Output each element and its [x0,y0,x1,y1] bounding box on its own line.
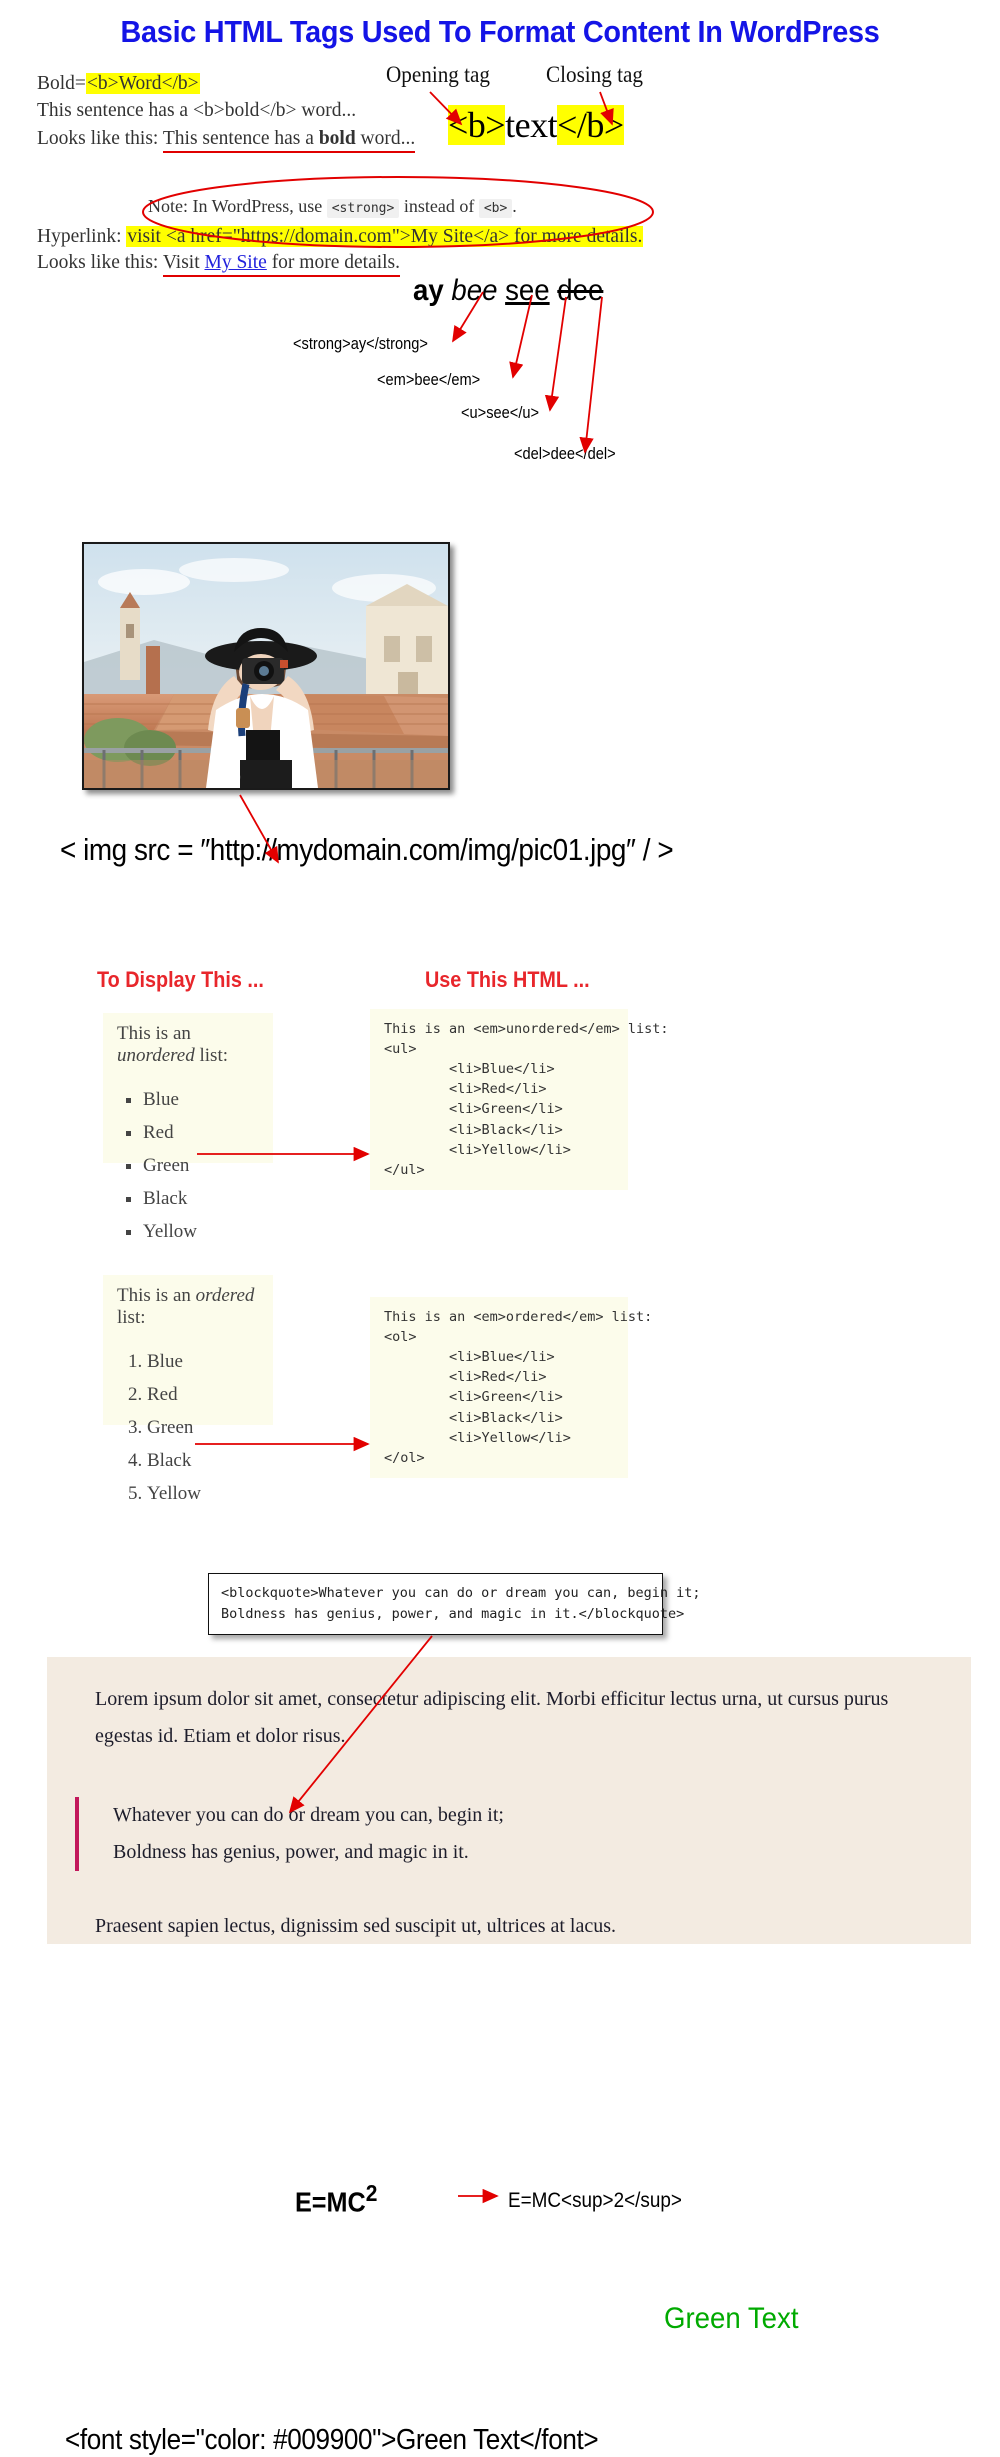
uo-intro-a: This is an [117,1023,191,1044]
superscript-code: E=MC<sup>2</sup> [508,2189,682,2212]
example-photo [82,542,450,790]
closing-tag-label: Closing tag [546,62,643,87]
o-intro-b: list: [117,1307,146,1328]
list-item: Blue [147,1351,259,1373]
inline-tags-rendered: ay bee see dee [413,274,603,308]
open-tag-highlight: <b> [448,105,506,145]
quote-line-1: Whatever you can do or dream you can, be… [113,1804,504,1826]
rendered-blockquote: Whatever you can do or dream you can, be… [75,1797,915,1871]
page-title: Basic HTML Tags Used To Format Content I… [120,14,880,49]
rendered-u-word: see [505,274,550,307]
quote-line-2: Boldness has genius, power, and magic in… [113,1841,469,1863]
superscript-rendered: E=MC2 [295,2180,377,2218]
ordered-list-demo: This is an ordered list: Blue Red Green … [103,1275,273,1504]
emc-exponent: 2 [365,2180,378,2206]
note-prefix: Note: In WordPress, use [148,196,327,216]
uo-intro-b: list: [194,1045,229,1066]
note-code-strong: <strong> [326,199,400,218]
wordpress-note: Note: In WordPress, use <strong> instead… [148,196,517,218]
use-this-html-header: Use This HTML ... [425,967,590,992]
unordered-intro: This is an unordered list: [117,1023,259,1067]
list-item: Black [147,1450,259,1472]
unordered-list: Blue Red Green Black Yellow [117,1089,259,1243]
bold-line3-a: This sentence has a [162,128,319,149]
green-text-rendered: Green Text [664,2302,799,2335]
bold-line3-result: This sentence has a bold word... [162,128,416,153]
photo-illustration [84,544,448,788]
hyperlink-result-line: Looks like this: Visit My Site for more … [37,252,401,277]
my-site-link[interactable]: My Site [205,252,267,273]
note-middle: instead of [399,196,479,216]
strong-tag-code: <strong>ay</strong> [293,334,428,353]
tag-anatomy-sample: <b>text</b> [448,104,624,146]
bold-line1-code: <b>Word</b> [85,73,200,94]
list-item: Green [147,1417,259,1439]
uo-intro-em: unordered [117,1045,195,1066]
hyperlink-result: Visit My Site for more details. [162,252,401,277]
unordered-list-code: This is an <em>unordered</em> list: <ul>… [370,1009,668,1190]
note-suffix: . [512,196,517,216]
hyperlink-result-prefix: Looks like this: [37,252,163,273]
tag-middle-text: text [505,105,558,145]
ordered-list: Blue Red Green Black Yellow [117,1351,259,1505]
list-item: Green [143,1155,259,1177]
note-code-b: <b> [478,199,513,218]
hyperlink-example-code-line: Hyperlink: visit <a href="https://domain… [37,226,644,248]
close-tag-highlight: </b> [557,105,624,145]
blockquote-rendered-panel: Lorem ipsum dolor sit amet, consectetur … [47,1657,971,1944]
opening-tag-label: Opening tag [386,62,491,87]
lorem-paragraph-2: Praesent sapien lectus, dignissim sed su… [95,1915,617,1937]
arrow-del [579,296,603,454]
bold-line3-boldword: bold [318,128,356,149]
o-intro-em: ordered [195,1285,255,1306]
rendered-del-word: dee [557,274,604,307]
unordered-list-demo: This is an unordered list: Blue Red Gree… [103,1013,273,1242]
bold-example-line3: Looks like this: This sentence has a bol… [37,128,416,153]
em-tag-code: <em>bee</em> [377,370,481,389]
list-item: Red [143,1122,259,1144]
o-intro-a: This is an [117,1285,196,1306]
rendered-strong-word: ay [413,274,444,307]
list-item: Blue [143,1089,259,1111]
list-item: Black [143,1188,259,1210]
list-item: Yellow [143,1221,259,1243]
emc-base: E=MC [295,2186,366,2218]
rendered-em-word: bee [451,274,498,307]
hyperlink-code: visit <a href="https://domain.com">My Si… [126,226,644,247]
img-tag-code: < img src = ″http://mydomain.com/img/pic… [60,832,674,867]
list-item: Red [147,1384,259,1406]
bold-line3-b: word... [355,128,416,149]
list-item: Yellow [147,1483,259,1505]
bold-line1-prefix: Bold= [37,73,86,94]
to-display-this-header: To Display This ... [97,967,264,992]
u-tag-code: <u>see</u> [461,403,540,422]
blockquote-code-callout: <blockquote>Whatever you can do or dream… [208,1573,701,1635]
hyperlink-result-b: for more details. [266,252,401,273]
ordered-list-code: This is an <em>ordered</em> list: <ol> <… [370,1297,652,1478]
ordered-intro: This is an ordered list: [117,1285,259,1329]
lorem-paragraph-1: Lorem ipsum dolor sit amet, consectetur … [95,1688,889,1747]
arrow-u [544,296,567,412]
hyperlink-result-a: Visit [162,252,205,273]
font-color-code: <font style="color: #009900">Green Text<… [65,2424,599,2456]
bold-line3-prefix: Looks like this: [37,128,163,149]
hyperlink-label: Hyperlink: [37,226,127,247]
bold-example-line1: Bold=<b>Word</b> [37,73,200,95]
del-tag-code: <del>dee</del> [514,444,616,463]
bold-example-line2: This sentence has a <b>bold</b> word... [37,100,357,121]
